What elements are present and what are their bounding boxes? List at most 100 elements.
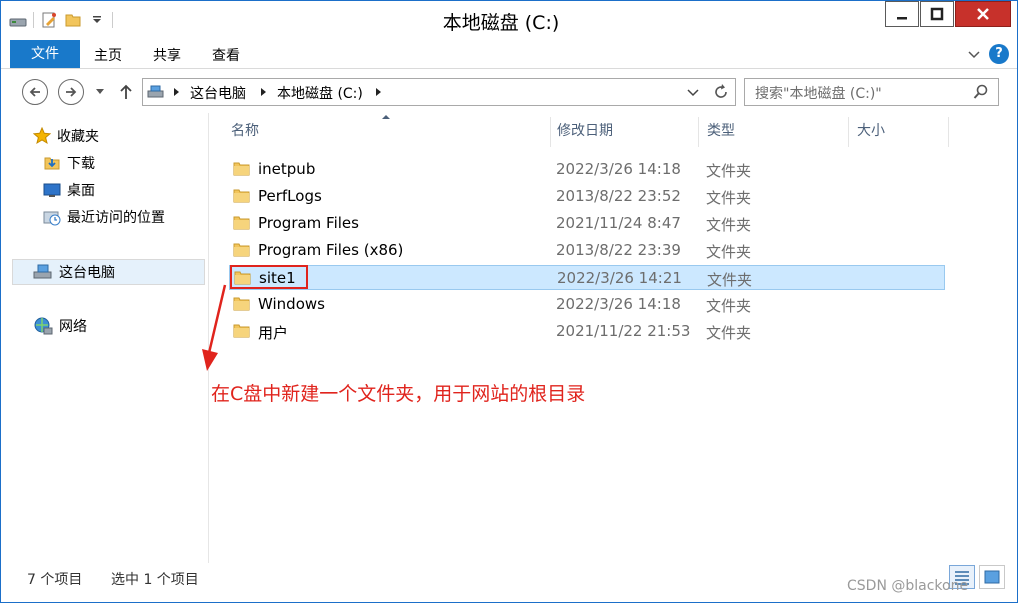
file-name: PerfLogs bbox=[258, 187, 322, 205]
computer-icon bbox=[147, 85, 164, 98]
tab-file[interactable]: 文件 bbox=[10, 40, 80, 68]
file-name: Windows bbox=[258, 295, 325, 313]
sidebar-item-label: 最近访问的位置 bbox=[67, 210, 165, 226]
back-button[interactable] bbox=[22, 79, 48, 105]
column-header-size[interactable]: 大小 bbox=[847, 117, 949, 147]
sidebar-item-label: 桌面 bbox=[67, 183, 95, 199]
file-date: 2013/8/22 23:52 bbox=[556, 187, 681, 205]
close-icon bbox=[977, 8, 989, 20]
annotation-arrow bbox=[202, 284, 227, 371]
navigation-pane: 收藏夹 下载 桌面 最近访问的位置 这台电脑 网络 bbox=[1, 113, 209, 563]
folder-icon bbox=[233, 243, 250, 257]
window-controls bbox=[885, 1, 1011, 27]
file-name: Program Files (x86) bbox=[258, 241, 404, 259]
search-input[interactable]: 搜索"本地磁盘 (C:)" bbox=[755, 83, 882, 103]
annotation-text: 在C盘中新建一个文件夹，用于网站的根目录 bbox=[211, 383, 586, 405]
folder-icon bbox=[233, 216, 250, 230]
folder-icon bbox=[233, 324, 250, 338]
sidebar-item-downloads[interactable]: 下载 bbox=[43, 152, 95, 174]
forward-arrow-icon bbox=[66, 87, 77, 97]
file-date: 2013/8/22 23:39 bbox=[556, 241, 681, 259]
explorer-window: 本地磁盘 (C:) 文件 主页 共享 查看 ? 这台电脑 本地磁盘 (C:) 搜… bbox=[0, 0, 1018, 603]
window-title: 本地磁盘 (C:) bbox=[442, 12, 560, 34]
file-list: 名称 修改日期 类型 大小 inetpub 2022/3/26 14:18 文件夹 P… bbox=[211, 113, 1011, 563]
column-header-type[interactable]: 类型 bbox=[697, 117, 849, 147]
item-count: 7 个项目 bbox=[27, 572, 83, 588]
expand-ribbon-icon[interactable] bbox=[967, 47, 981, 61]
refresh-icon[interactable] bbox=[712, 83, 730, 101]
sidebar-item-label: 下载 bbox=[67, 156, 95, 172]
title-bar: 本地磁盘 (C:) bbox=[1, 1, 1017, 39]
sidebar-item-desktop[interactable]: 桌面 bbox=[43, 179, 95, 201]
file-name: inetpub bbox=[258, 160, 316, 178]
file-date: 2022/3/26 14:18 bbox=[556, 295, 681, 313]
forward-button[interactable] bbox=[58, 79, 84, 105]
ribbon-controls: ? bbox=[967, 44, 1009, 64]
watermark: CSDN @blackone bbox=[847, 578, 969, 594]
network-icon bbox=[34, 317, 53, 335]
minimize-button[interactable] bbox=[885, 1, 919, 27]
table-row[interactable]: 用户 2021/11/22 21:53 文件夹 bbox=[229, 319, 945, 344]
help-icon[interactable]: ? bbox=[989, 44, 1009, 64]
up-arrow-icon[interactable] bbox=[118, 83, 134, 101]
sidebar-item-recent-places[interactable]: 最近访问的位置 bbox=[43, 206, 165, 228]
breadcrumb-this-pc[interactable]: 这台电脑 bbox=[190, 83, 246, 103]
file-type: 文件夹 bbox=[706, 216, 752, 234]
tab-view[interactable]: 查看 bbox=[212, 45, 240, 65]
table-row[interactable]: Program Files (x86) 2013/8/22 23:39 文件夹 bbox=[229, 238, 945, 263]
file-date: 2021/11/24 8:47 bbox=[556, 214, 681, 232]
tab-home[interactable]: 主页 bbox=[94, 45, 122, 65]
sidebar-item-favorites[interactable]: 收藏夹 bbox=[33, 125, 99, 147]
sidebar-item-this-pc[interactable]: 这台电脑 bbox=[33, 261, 115, 283]
table-row[interactable]: PerfLogs 2013/8/22 23:52 文件夹 bbox=[229, 184, 945, 209]
recent-places-icon bbox=[43, 211, 61, 226]
close-button[interactable] bbox=[955, 1, 1011, 27]
large-icons-view-icon bbox=[984, 570, 1000, 584]
table-row[interactable]: site1 2022/3/26 14:21 文件夹 bbox=[229, 265, 945, 290]
file-type: 文件夹 bbox=[706, 162, 752, 180]
recent-locations-icon[interactable] bbox=[95, 88, 105, 96]
file-type: 文件夹 bbox=[706, 189, 752, 207]
file-date: 2022/3/26 14:21 bbox=[557, 269, 682, 287]
selected-count: 选中 1 个项目 bbox=[111, 572, 199, 588]
folder-icon bbox=[233, 189, 250, 203]
file-name: Program Files bbox=[258, 214, 359, 232]
sidebar-item-label: 收藏夹 bbox=[57, 129, 99, 145]
tab-share[interactable]: 共享 bbox=[153, 45, 181, 65]
sidebar-item-network[interactable]: 网络 bbox=[33, 315, 87, 337]
file-type: 文件夹 bbox=[707, 271, 753, 289]
folder-icon bbox=[233, 297, 250, 311]
breadcrumb-local-disk[interactable]: 本地磁盘 (C:) bbox=[277, 83, 363, 103]
maximize-button[interactable] bbox=[920, 1, 954, 27]
navigation-bar: 这台电脑 本地磁盘 (C:) 搜索"本地磁盘 (C:)" bbox=[1, 70, 1017, 112]
computer-icon bbox=[33, 264, 52, 279]
breadcrumb-chevron-icon[interactable] bbox=[260, 87, 268, 97]
ribbon-tabs: 文件 主页 共享 查看 ? bbox=[1, 39, 1017, 69]
file-name: 用户 bbox=[258, 324, 289, 342]
search-box[interactable]: 搜索"本地磁盘 (C:)" bbox=[744, 78, 999, 106]
breadcrumb-chevron-icon[interactable] bbox=[375, 87, 383, 97]
maximize-icon bbox=[930, 7, 944, 21]
address-dropdown-icon[interactable] bbox=[687, 88, 699, 98]
breadcrumb-chevron-icon[interactable] bbox=[173, 87, 181, 97]
table-row[interactable]: inetpub 2022/3/26 14:18 文件夹 bbox=[229, 157, 945, 182]
column-header-name[interactable]: 名称 bbox=[221, 117, 551, 147]
sidebar-item-label: 网络 bbox=[59, 319, 87, 335]
address-bar[interactable]: 这台电脑 本地磁盘 (C:) bbox=[142, 78, 736, 106]
file-type: 文件夹 bbox=[706, 243, 752, 261]
star-icon bbox=[33, 127, 51, 145]
file-date: 2022/3/26 14:18 bbox=[556, 160, 681, 178]
back-arrow-icon bbox=[29, 87, 40, 97]
table-row[interactable]: Program Files 2021/11/24 8:47 文件夹 bbox=[229, 211, 945, 236]
large-icons-view-button[interactable] bbox=[979, 565, 1005, 589]
download-folder-icon bbox=[44, 157, 60, 170]
folder-icon bbox=[233, 162, 250, 176]
column-header-date[interactable]: 修改日期 bbox=[547, 117, 699, 147]
table-row[interactable]: Windows 2022/3/26 14:18 文件夹 bbox=[229, 292, 945, 317]
sidebar-item-label: 这台电脑 bbox=[59, 265, 115, 281]
minimize-icon bbox=[897, 17, 907, 20]
annotation-highlight-box bbox=[230, 265, 308, 289]
desktop-icon bbox=[43, 183, 61, 197]
search-icon[interactable] bbox=[973, 84, 989, 100]
file-date: 2021/11/22 21:53 bbox=[556, 322, 691, 340]
